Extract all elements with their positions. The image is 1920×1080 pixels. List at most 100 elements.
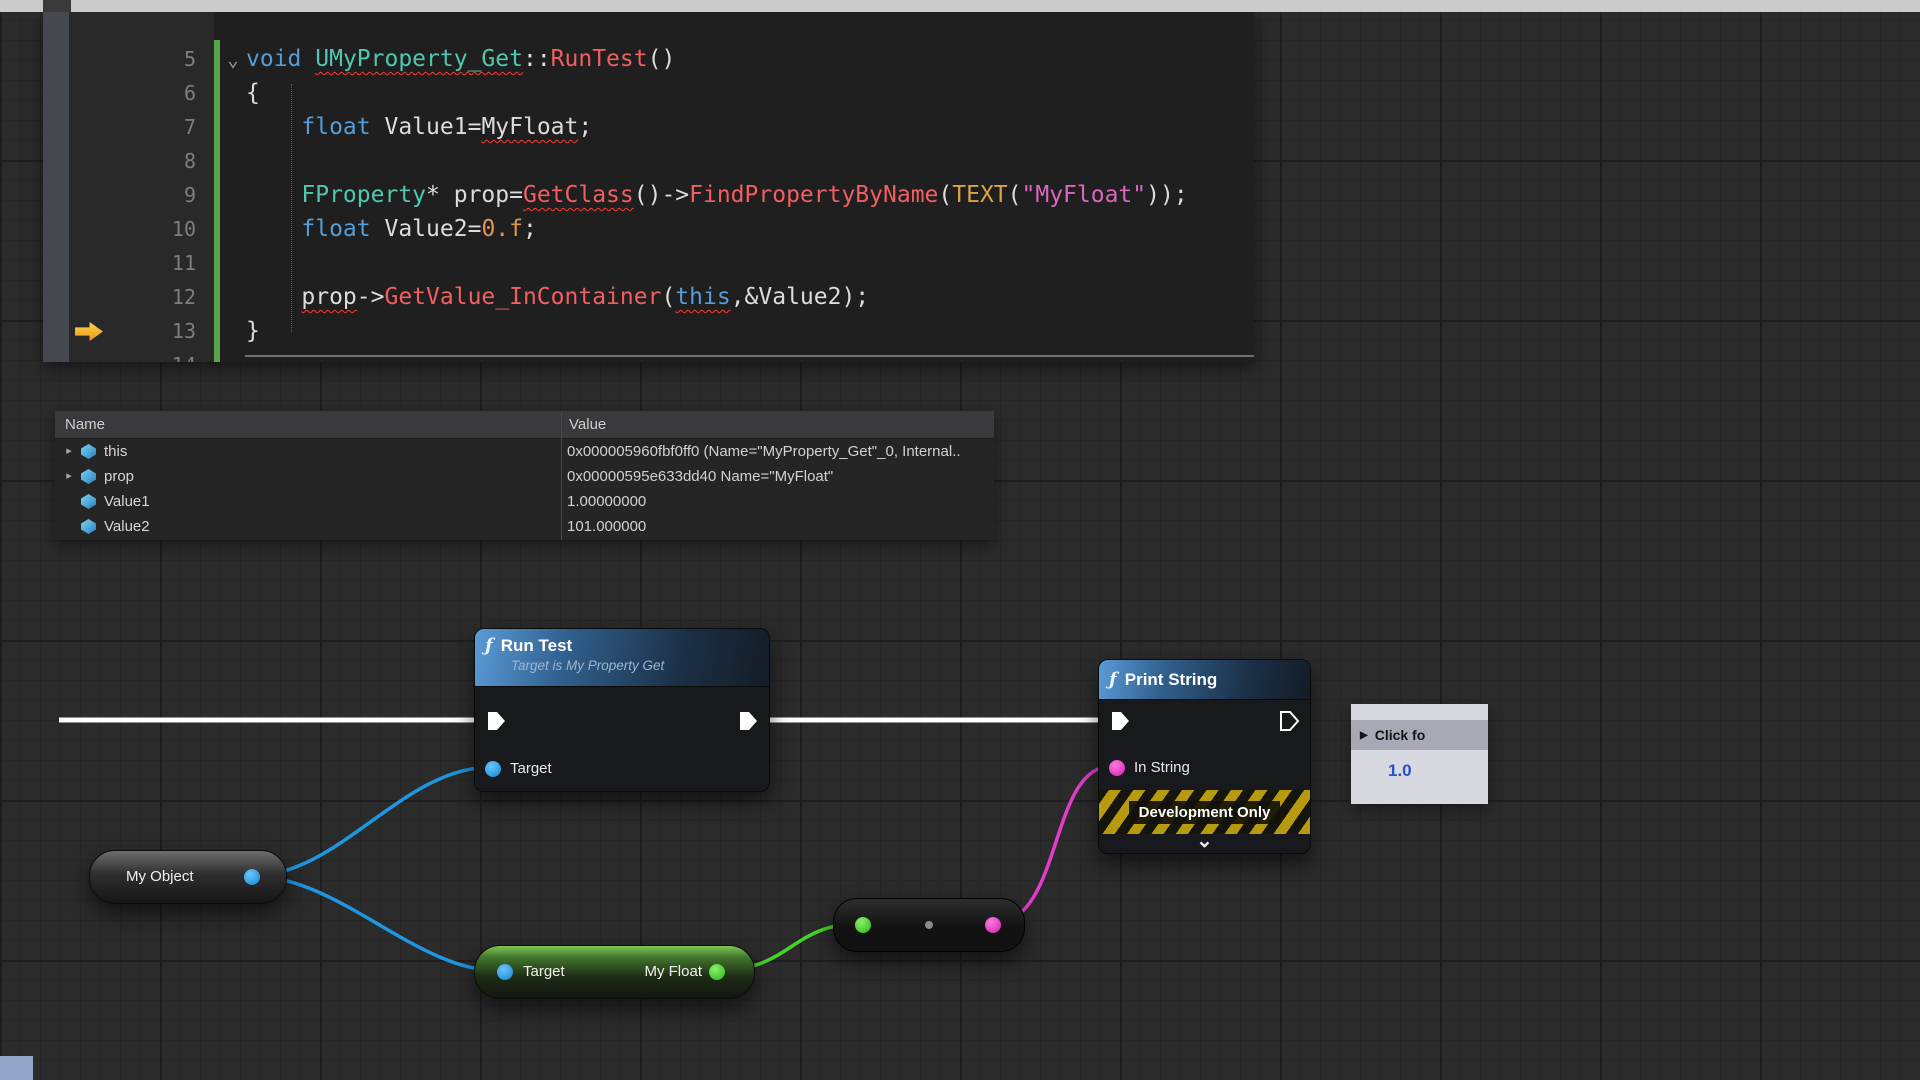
expand-caret-icon[interactable]: ▸ — [61, 439, 77, 464]
line-number[interactable]: 11 — [172, 251, 196, 275]
code-token: ( — [661, 284, 675, 310]
object-wire-to-getter[interactable] — [251, 876, 500, 971]
code-token: ( — [938, 182, 952, 208]
node-subtitle: Target is My Property Get — [511, 658, 759, 673]
node-title: Print String — [1125, 670, 1218, 690]
line-number[interactable]: 6 — [184, 81, 196, 105]
watch-value: 101.000000 — [567, 514, 988, 539]
line-number[interactable]: 10 — [172, 217, 196, 241]
code-token: "MyFloat" — [1022, 182, 1147, 208]
play-icon: ▶ — [1360, 730, 1368, 741]
tooltip-label: Click fo — [1375, 727, 1426, 743]
line-number[interactable]: 14 — [172, 353, 196, 362]
code-token: void — [246, 46, 315, 72]
in-string-pin[interactable] — [1109, 760, 1125, 776]
node-title: Run Test — [501, 636, 572, 656]
object-wire-to-runtest[interactable] — [251, 767, 492, 876]
exec-out-pin[interactable] — [1278, 710, 1300, 732]
tooltip-header[interactable]: ▶ Click fo — [1351, 720, 1488, 750]
object-out-pin[interactable] — [244, 869, 260, 885]
node-get-my-float[interactable]: Target My Float — [474, 945, 755, 999]
function-icon: ƒ — [485, 635, 493, 656]
watch-row[interactable]: ▸this0x000005960fbf0ff0 (Name="MyPropert… — [55, 439, 994, 464]
code-token: ; — [578, 114, 592, 140]
window-top-tab — [43, 0, 71, 12]
code-line[interactable]: } — [220, 314, 1254, 348]
code-token: prop — [454, 182, 509, 208]
gutter-line[interactable]: 9 — [69, 178, 214, 212]
node-conversion[interactable] — [833, 898, 1025, 952]
code-token: -> — [357, 284, 385, 310]
code-token: this — [675, 284, 730, 310]
variable-icon — [81, 494, 96, 509]
watch-col-name[interactable]: Name — [55, 411, 561, 438]
gutter-line[interactable]: 7 — [69, 110, 214, 144]
gutter-line[interactable]: 5 — [69, 42, 214, 76]
exec-in-pin[interactable] — [1109, 710, 1131, 732]
gutter-line[interactable]: 14 — [69, 348, 214, 362]
variable-icon — [81, 444, 96, 459]
watch-row[interactable]: Value11.00000000 — [55, 489, 994, 514]
pin-label: My Float — [644, 946, 702, 998]
line-number[interactable]: 12 — [172, 285, 196, 309]
watch-row[interactable]: Value2 101.000000 — [55, 514, 994, 539]
watch-name: Value2 — [104, 514, 150, 539]
exec-out-pin[interactable] — [737, 710, 759, 732]
gutter-line[interactable]: 6 — [69, 76, 214, 110]
exec-in-pin[interactable] — [485, 710, 507, 732]
code-line[interactable] — [220, 246, 1254, 280]
watch-name: prop — [104, 464, 134, 489]
target-pin[interactable] — [497, 964, 513, 980]
editor-margin[interactable] — [43, 12, 69, 362]
line-number[interactable]: 8 — [184, 149, 196, 173]
watch-col-value[interactable]: Value — [561, 411, 994, 438]
code-token: ()-> — [634, 182, 689, 208]
gutter-line[interactable]: 13 — [69, 314, 214, 348]
code-token: float — [301, 114, 384, 140]
watch-window[interactable]: Name Value ▸this0x000005960fbf0ff0 (Name… — [55, 411, 994, 540]
node-my-object[interactable]: My Object — [89, 850, 287, 904]
expand-caret-icon[interactable]: ▸ — [61, 464, 77, 489]
code-lines[interactable]: ⌄void UMyProperty_Get::RunTest(){ float … — [220, 12, 1254, 362]
code-line[interactable]: FProperty* prop=GetClass()->FindProperty… — [220, 178, 1254, 212]
expand-chevron-icon[interactable]: ⌄ — [1099, 832, 1310, 853]
code-token: GetClass — [523, 182, 634, 208]
fold-chevron-icon[interactable]: ⌄ — [220, 43, 246, 77]
code-token: GetValue_InContainer — [384, 284, 661, 310]
float-in-pin[interactable] — [855, 917, 871, 933]
code-token: { — [246, 80, 260, 106]
gutter-line[interactable]: 10 — [69, 212, 214, 246]
code-editor[interactable]: 567891011121314 ⌄void UMyProperty_Get::R… — [43, 12, 1254, 362]
line-number[interactable]: 13 — [172, 319, 196, 343]
string-out-pin[interactable] — [985, 917, 1001, 933]
gutter-line[interactable]: 12 — [69, 280, 214, 314]
line-number[interactable]: 7 — [184, 115, 196, 139]
variable-label: My Object — [126, 851, 194, 903]
node-print-string[interactable]: ƒ Print String In String Development Onl… — [1098, 659, 1311, 854]
code-line[interactable]: { — [220, 76, 1254, 110]
code-token: UMyProperty_Get — [315, 46, 523, 72]
node-run-test[interactable]: ƒ Run Test Target is My Property Get Tar… — [474, 628, 770, 792]
gutter-line[interactable]: 11 — [69, 246, 214, 280]
my-float-out-pin[interactable] — [709, 964, 725, 980]
line-number[interactable]: 5 — [184, 47, 196, 71]
code-token: = — [468, 216, 482, 242]
code-token: prop — [301, 284, 356, 310]
watch-column-divider[interactable] — [561, 411, 562, 540]
gutter-line[interactable]: 8 — [69, 144, 214, 178]
run-test-header: ƒ Run Test Target is My Property Get — [475, 629, 769, 687]
code-line[interactable]: prop->GetValue_InContainer(this,&Value2)… — [220, 280, 1254, 314]
blueprint-canvas[interactable]: 567891011121314 ⌄void UMyProperty_Get::R… — [0, 0, 1920, 1080]
function-icon: ƒ — [1109, 669, 1117, 690]
tooltip-value: 1.0 — [1388, 761, 1488, 781]
code-token: = — [509, 182, 523, 208]
watch-value: 1.00000000 — [567, 489, 988, 514]
code-line[interactable]: ⌄void UMyProperty_Get::RunTest() — [220, 42, 1254, 76]
target-pin[interactable] — [485, 761, 501, 777]
code-line[interactable]: float Value2=0.f; — [220, 212, 1254, 246]
line-number[interactable]: 9 — [184, 183, 196, 207]
gutter-numbers[interactable]: 5 6 7 8 9 10 11 12 13 14 — [69, 12, 214, 362]
code-line[interactable]: float Value1=MyFloat; — [220, 110, 1254, 144]
watch-row[interactable]: ▸prop0x00000595e633dd40 Name="MyFloat" — [55, 464, 994, 489]
code-line[interactable] — [220, 144, 1254, 178]
